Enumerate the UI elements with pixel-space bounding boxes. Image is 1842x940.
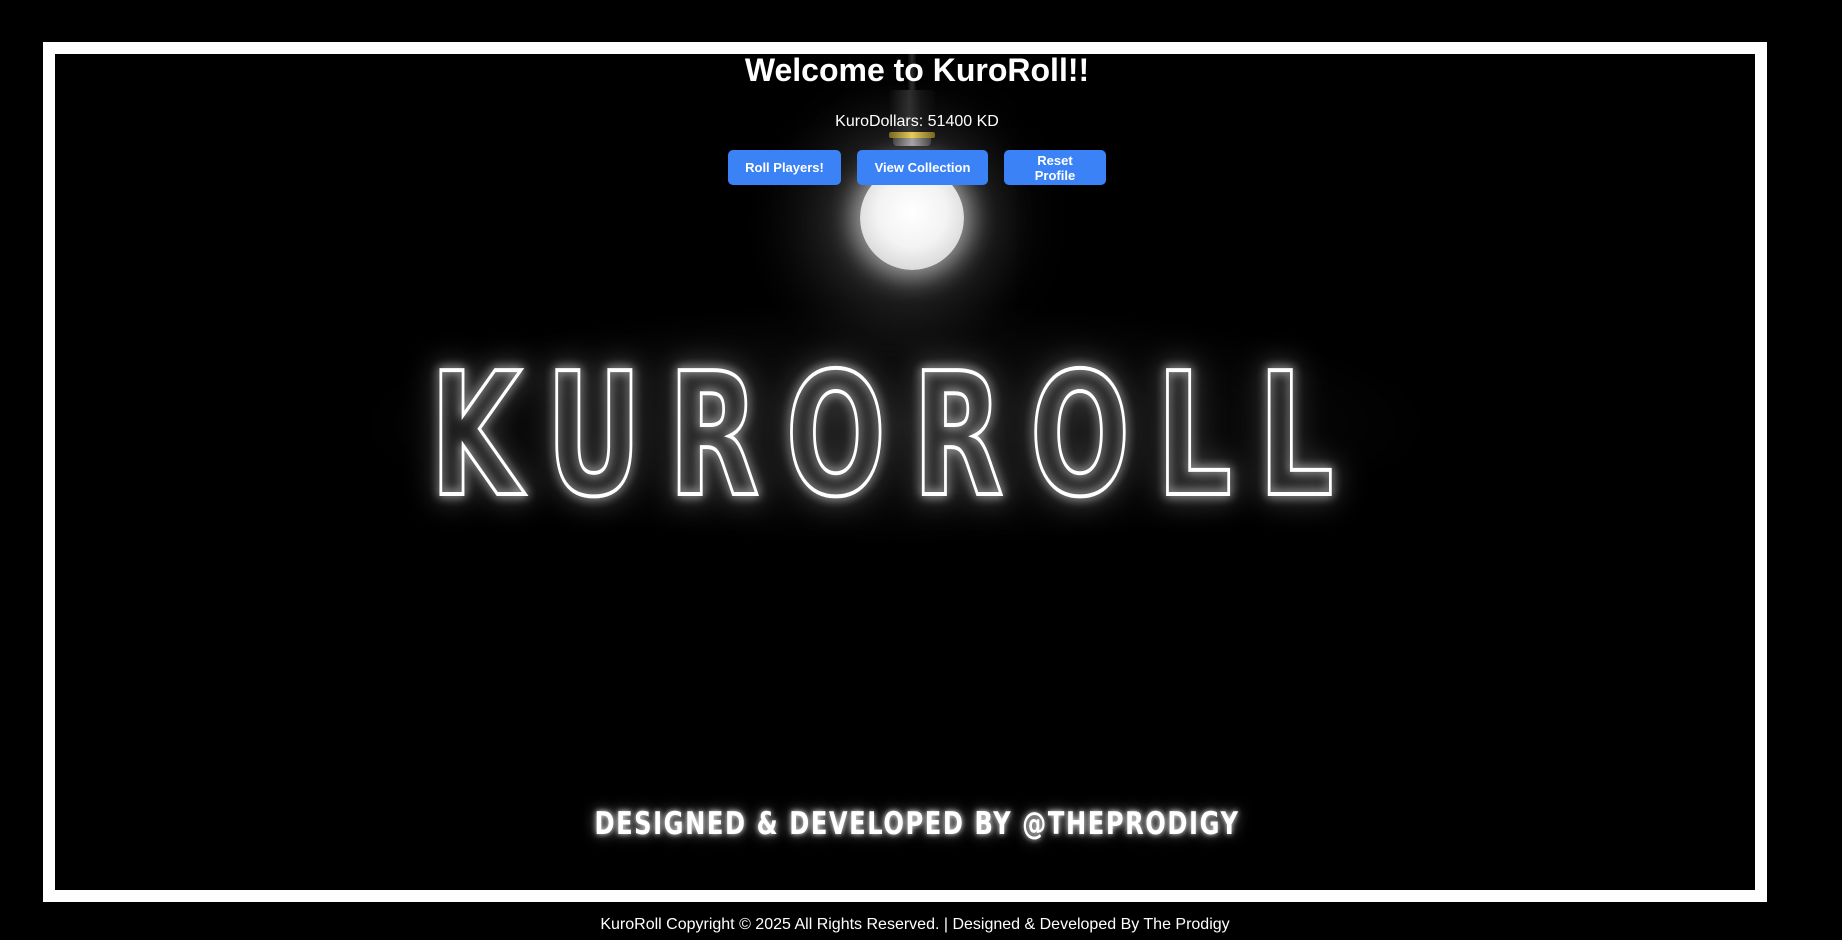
currency-balance: KuroDollars: 51400 KD bbox=[835, 113, 999, 130]
hero-frame: Welcome to KuroRoll!! KuroDollars: 51400… bbox=[43, 42, 1767, 902]
reset-profile-button[interactable]: Reset Profile bbox=[1004, 150, 1106, 185]
neon-title: KUROROLL bbox=[430, 337, 1360, 535]
neon-title-container: KUROROLL bbox=[285, 304, 1505, 544]
roll-players-button[interactable]: Roll Players! bbox=[728, 150, 841, 185]
designer-credit: DESIGNED & DEVELOPED BY @THEPRODIGY bbox=[594, 806, 1240, 842]
page-title: Welcome to KuroRoll!! bbox=[744, 52, 1090, 88]
footer: KuroRoll Copyright © 2025 All Rights Res… bbox=[0, 916, 1842, 934]
view-collection-button[interactable]: View Collection bbox=[857, 150, 988, 185]
neon-title-svg: KUROROLL bbox=[428, 335, 1360, 537]
action-buttons: Roll Players! View Collection Reset Prof… bbox=[55, 150, 1755, 185]
footer-copyright: KuroRoll Copyright © 2025 All Rights Res… bbox=[600, 916, 1230, 933]
light-bulb-illustration bbox=[55, 54, 1755, 334]
page: Welcome to KuroRoll!! KuroDollars: 51400… bbox=[0, 0, 1842, 940]
bulb-socket-base bbox=[893, 138, 931, 146]
